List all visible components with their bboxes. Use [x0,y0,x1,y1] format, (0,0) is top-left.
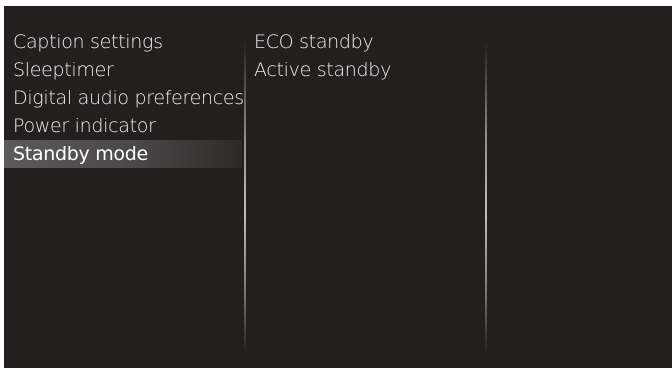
menu-item-caption-settings[interactable]: Caption settings [4,28,242,56]
submenu-item-active-standby[interactable]: Active standby [254,56,484,84]
menu-item-standby-mode[interactable]: Standby mode [4,140,242,168]
menu-item-power-indicator[interactable]: Power indicator [4,112,242,140]
submenu-item-eco-standby[interactable]: ECO standby [254,28,484,56]
column-divider [485,42,487,354]
tv-menu-screen: Caption settings Sleeptimer Digital audi… [4,6,672,368]
menu-item-digital-audio-preferences[interactable]: Digital audio preferences [4,84,244,112]
menu-item-sleeptimer[interactable]: Sleeptimer [4,56,242,84]
column-divider [244,42,246,354]
main-menu-list: Caption settings Sleeptimer Digital audi… [4,28,244,168]
submenu-list: ECO standby Active standby [254,28,484,84]
